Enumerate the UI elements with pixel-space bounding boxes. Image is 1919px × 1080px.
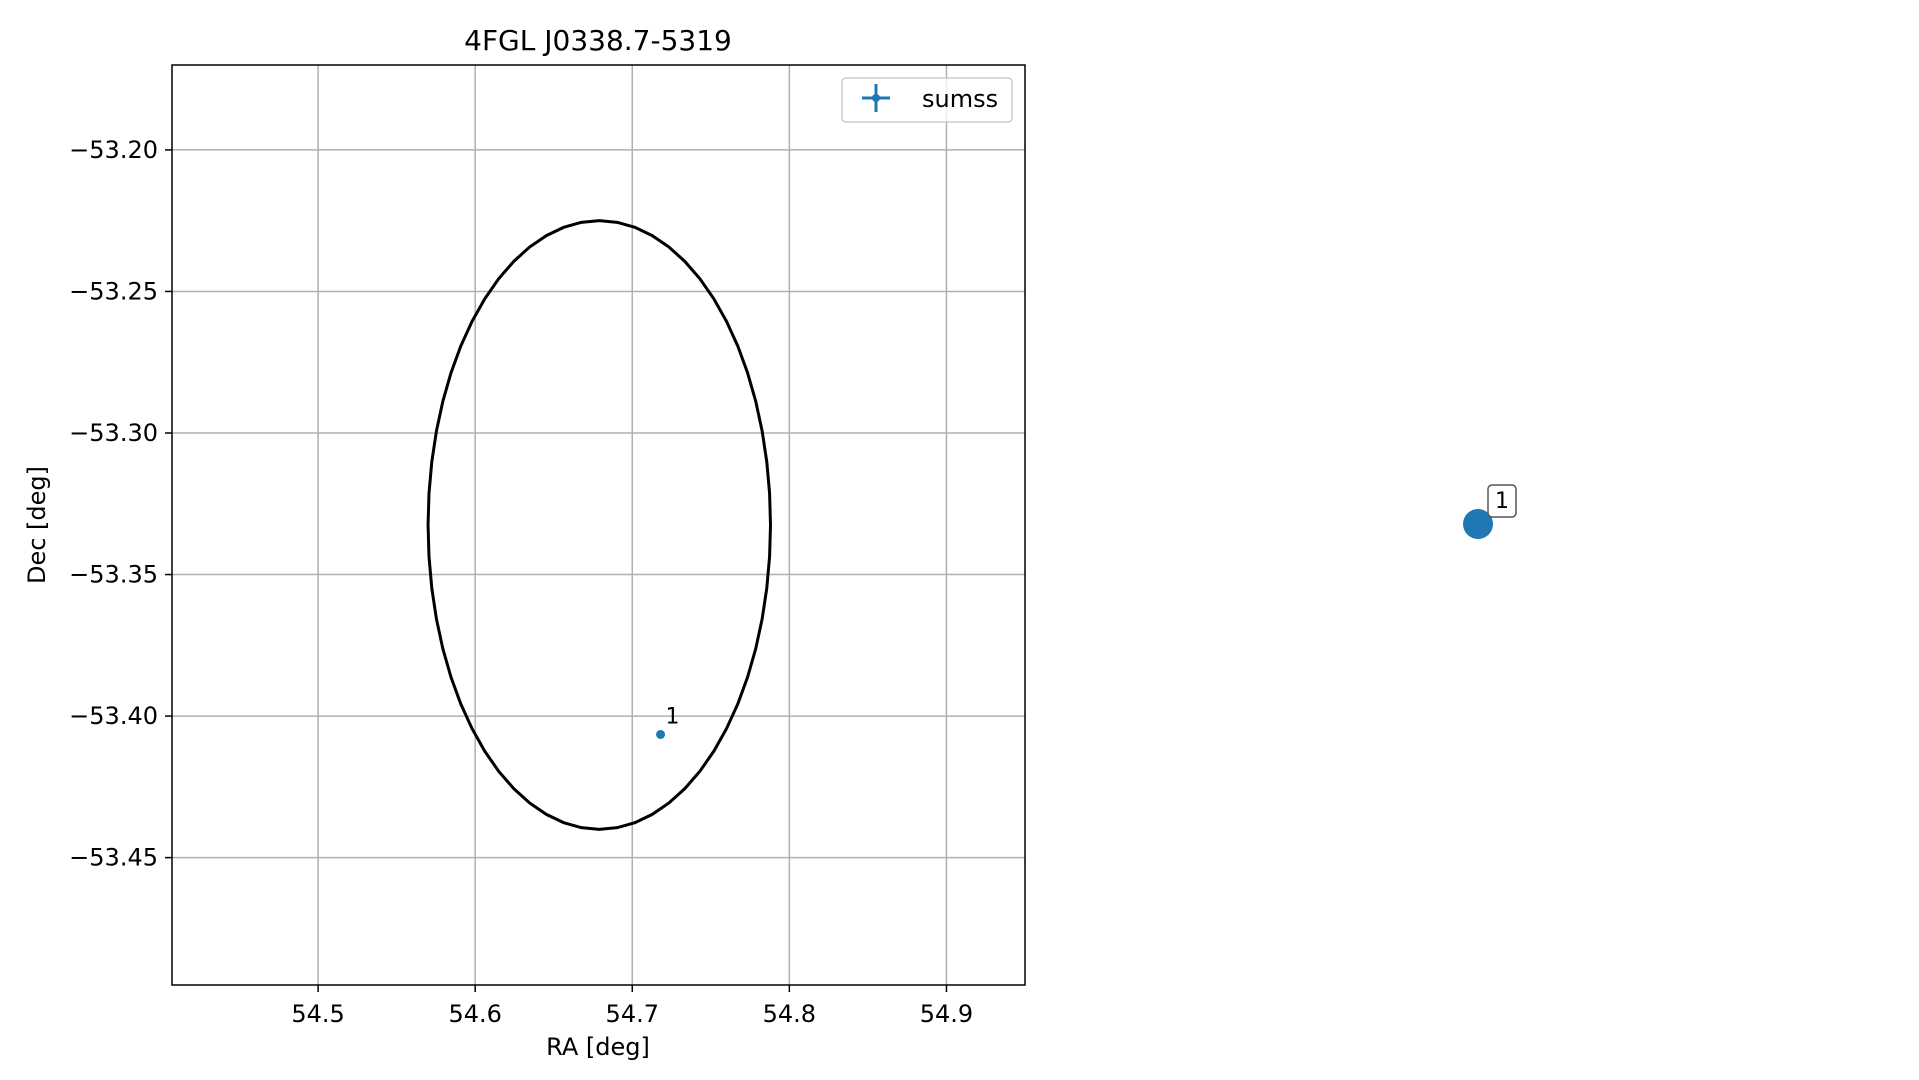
x-axis-label: RA [deg]: [546, 1033, 650, 1061]
source-label: 1: [1495, 489, 1509, 514]
x-tick-label: 54.7: [606, 1000, 659, 1028]
y-tick-label: −53.35: [69, 561, 158, 589]
source-marker-panel: 1: [1463, 484, 1517, 539]
y-tick-label: −53.45: [69, 844, 158, 872]
y-axis-ticks: −53.20 −53.25 −53.30 −53.35 −53.40 −53.45: [69, 136, 172, 872]
plot-area: [172, 65, 1025, 985]
localization-plot: 54.5 54.6 54.7 54.8 54.9 −53.20−53.25−53.30−…: [23, 24, 1026, 1061]
y-tick-label: −53.30: [69, 419, 158, 447]
x-tick-label: 54.9: [920, 1000, 973, 1028]
legend-label-sumss: sumss: [922, 85, 998, 113]
point-label: 1: [666, 704, 680, 729]
x-tick-label: 54.6: [448, 1000, 501, 1028]
y-tick-label: −53.40: [69, 702, 158, 730]
x-axis-ticks: 54.5 54.6 54.7 54.8 54.9: [291, 985, 973, 1028]
y-axis-label: Dec [deg]: [23, 466, 51, 584]
y-tick-label: −53.20: [69, 136, 158, 164]
y-tick-label: −53.25: [69, 277, 158, 305]
source-label-box: 1: [1487, 484, 1517, 518]
figure: 54.5 54.6 54.7 54.8 54.9 −53.20−53.25−53.30−…: [23, 24, 1517, 1061]
sumss-point: [656, 729, 666, 739]
legend[interactable]: sumss: [841, 77, 1013, 123]
x-tick-label: 54.5: [291, 1000, 344, 1028]
plot-title: 4FGL J0338.7-5319: [464, 24, 732, 57]
x-tick-label: 54.8: [763, 1000, 816, 1028]
